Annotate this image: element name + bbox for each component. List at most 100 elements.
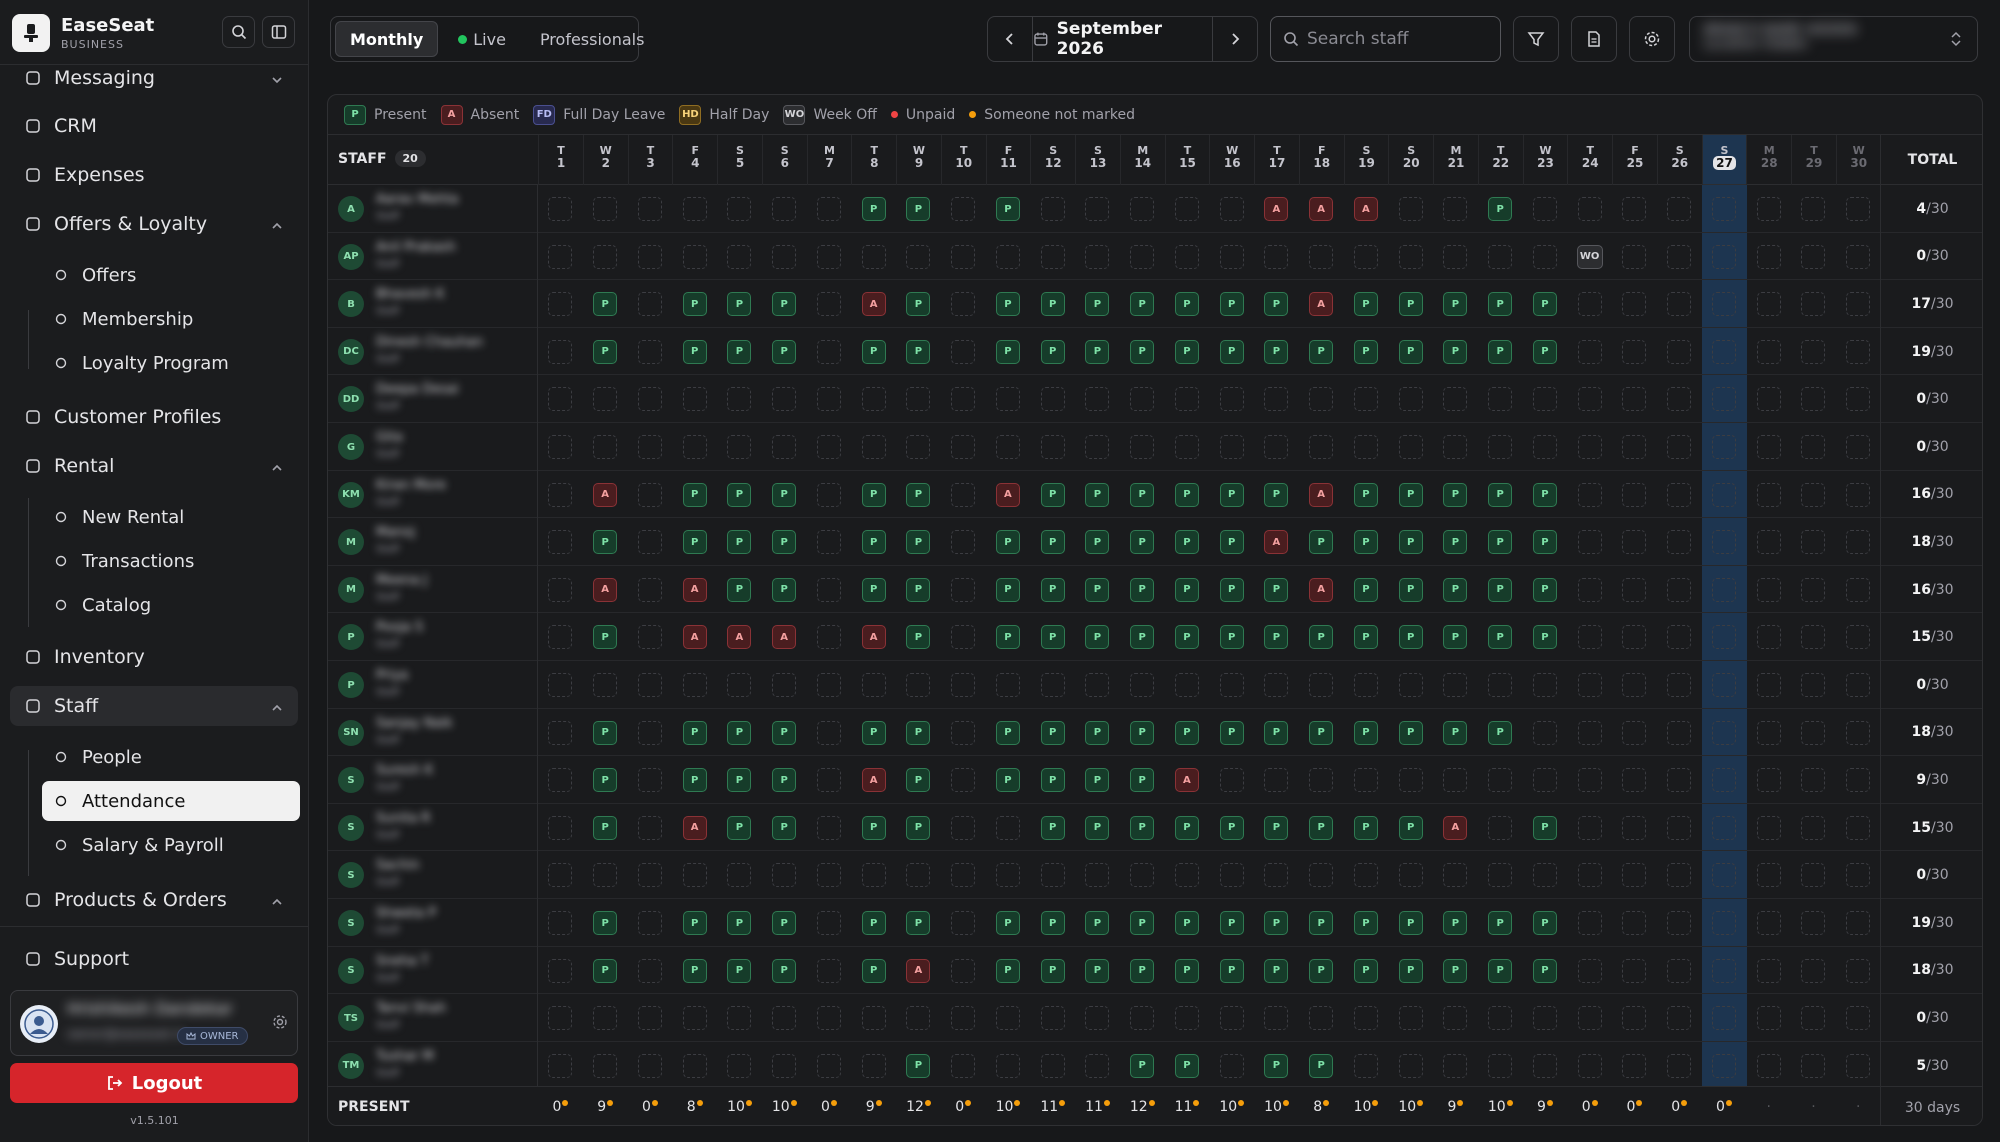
user-settings-button[interactable] <box>272 1014 288 1034</box>
attendance-mark-a[interactable]: A <box>906 958 931 983</box>
attendance-empty-cell[interactable] <box>1577 863 1602 888</box>
attendance-empty-cell[interactable] <box>548 911 573 935</box>
attendance-mark-p[interactable]: P <box>1130 292 1155 317</box>
attendance-mark-p[interactable]: P <box>1130 815 1155 840</box>
attendance-mark-p[interactable]: P <box>727 911 752 935</box>
attendance-empty-cell[interactable] <box>1846 244 1871 269</box>
sidebar-item-crm[interactable]: CRM <box>10 106 298 146</box>
attendance-empty-cell[interactable] <box>1443 863 1468 888</box>
attendance-empty-cell[interactable] <box>1801 815 1826 840</box>
attendance-empty-cell[interactable] <box>1622 768 1647 793</box>
attendance-mark-p[interactable]: P <box>1488 482 1513 507</box>
attendance-mark-p[interactable]: P <box>1040 292 1065 317</box>
attendance-empty-cell[interactable] <box>816 339 841 364</box>
attendance-empty-cell[interactable] <box>861 1053 886 1078</box>
attendance-empty-cell[interactable] <box>1622 673 1647 697</box>
attendance-mark-p[interactable]: P <box>1443 530 1468 555</box>
attendance-empty-cell[interactable] <box>861 387 886 412</box>
attendance-empty-cell[interactable] <box>1756 863 1781 888</box>
attendance-mark-p[interactable]: P <box>1532 577 1557 602</box>
attendance-empty-cell[interactable] <box>1488 863 1513 888</box>
attendance-mark-p[interactable]: P <box>906 530 931 555</box>
attendance-mark-p[interactable]: P <box>727 482 752 507</box>
attendance-mark-p[interactable]: P <box>995 768 1020 793</box>
attendance-empty-cell[interactable] <box>1353 244 1378 269</box>
export-button[interactable] <box>1571 16 1617 62</box>
attendance-empty-cell[interactable] <box>548 530 573 555</box>
attendance-empty-cell[interactable] <box>1801 1053 1826 1078</box>
attendance-mark-p[interactable]: P <box>995 530 1020 555</box>
attendance-mark-p[interactable]: P <box>727 577 752 602</box>
attendance-mark-p[interactable]: P <box>906 1053 931 1078</box>
attendance-mark-p[interactable]: P <box>1130 577 1155 602</box>
attendance-mark-p[interactable]: P <box>1219 958 1244 983</box>
attendance-empty-cell[interactable] <box>593 244 618 269</box>
attendance-empty-cell[interactable] <box>1711 625 1736 650</box>
attendance-mark-p[interactable]: P <box>1353 577 1378 602</box>
attendance-mark-p[interactable]: P <box>1309 911 1334 935</box>
attendance-empty-cell[interactable] <box>816 292 841 317</box>
user-card[interactable]: Hrishikesh Dandekar owner@easeseat.in OW… <box>10 990 298 1056</box>
attendance-empty-cell[interactable] <box>1353 1053 1378 1078</box>
attendance-empty-cell[interactable] <box>548 958 573 983</box>
attendance-mark-p[interactable]: P <box>1174 530 1199 555</box>
attendance-mark-p[interactable]: P <box>1488 197 1513 221</box>
attendance-empty-cell[interactable] <box>548 244 573 269</box>
attendance-empty-cell[interactable] <box>1667 197 1692 221</box>
attendance-mark-p[interactable]: P <box>593 911 618 935</box>
sidebar-item-offers-loyalty[interactable]: Offers & Loyalty <box>10 204 298 244</box>
attendance-mark-p[interactable]: P <box>1488 958 1513 983</box>
tab-professionals[interactable]: Professionals <box>526 21 659 57</box>
attendance-empty-cell[interactable] <box>995 435 1020 459</box>
attendance-mark-p[interactable]: P <box>1264 1053 1289 1078</box>
attendance-mark-p[interactable]: P <box>1443 958 1468 983</box>
attendance-empty-cell[interactable] <box>1711 339 1736 364</box>
attendance-empty-cell[interactable] <box>682 863 707 888</box>
attendance-empty-cell[interactable] <box>1219 387 1244 412</box>
attendance-empty-cell[interactable] <box>951 530 976 555</box>
attendance-empty-cell[interactable] <box>1756 815 1781 840</box>
attendance-empty-cell[interactable] <box>1667 625 1692 650</box>
attendance-empty-cell[interactable] <box>1130 387 1155 412</box>
attendance-empty-cell[interactable] <box>1443 197 1468 221</box>
attendance-empty-cell[interactable] <box>637 911 662 935</box>
attendance-empty-cell[interactable] <box>1801 339 1826 364</box>
attendance-empty-cell[interactable] <box>1801 577 1826 602</box>
attendance-mark-p[interactable]: P <box>682 339 707 364</box>
attendance-empty-cell[interactable] <box>1130 197 1155 221</box>
attendance-mark-p[interactable]: P <box>906 339 931 364</box>
attendance-mark-p[interactable]: P <box>1264 911 1289 935</box>
attendance-empty-cell[interactable] <box>727 1053 752 1078</box>
attendance-empty-cell[interactable] <box>548 863 573 888</box>
attendance-mark-p[interactable]: P <box>1443 292 1468 317</box>
attendance-mark-p[interactable]: P <box>1443 577 1468 602</box>
attendance-empty-cell[interactable] <box>1353 387 1378 412</box>
attendance-mark-p[interactable]: P <box>772 482 797 507</box>
attendance-empty-cell[interactable] <box>1130 244 1155 269</box>
attendance-empty-cell[interactable] <box>1174 387 1199 412</box>
attendance-mark-p[interactable]: P <box>1085 768 1110 793</box>
attendance-mark-p[interactable]: P <box>906 292 931 317</box>
sidebar-subitem-attendance[interactable]: Attendance <box>42 781 300 821</box>
attendance-empty-cell[interactable] <box>1174 1006 1199 1031</box>
attendance-mark-p[interactable]: P <box>1398 911 1423 935</box>
attendance-empty-cell[interactable] <box>816 768 841 793</box>
attendance-empty-cell[interactable] <box>1756 768 1781 793</box>
attendance-mark-p[interactable]: P <box>1085 958 1110 983</box>
attendance-empty-cell[interactable] <box>637 720 662 745</box>
attendance-empty-cell[interactable] <box>951 387 976 412</box>
attendance-empty-cell[interactable] <box>951 1053 976 1078</box>
attendance-empty-cell[interactable] <box>1488 1006 1513 1031</box>
attendance-mark-p[interactable]: P <box>1174 720 1199 745</box>
sidebar-item-messaging[interactable]: Messaging <box>10 58 298 98</box>
attendance-empty-cell[interactable] <box>1443 1053 1468 1078</box>
staff-cell[interactable]: KM Kiran More Staff <box>328 470 538 519</box>
attendance-mark-p[interactable]: P <box>593 720 618 745</box>
attendance-empty-cell[interactable] <box>1264 387 1289 412</box>
attendance-empty-cell[interactable] <box>951 244 976 269</box>
attendance-mark-p[interactable]: P <box>1488 292 1513 317</box>
attendance-mark-p[interactable]: P <box>772 339 797 364</box>
attendance-empty-cell[interactable] <box>906 435 931 459</box>
attendance-empty-cell[interactable] <box>1040 1053 1065 1078</box>
attendance-empty-cell[interactable] <box>1130 673 1155 697</box>
